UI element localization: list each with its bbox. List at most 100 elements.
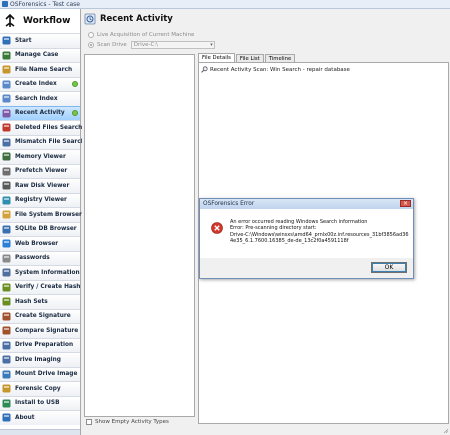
workflow-item-label: Start (15, 37, 32, 44)
workflow-item-label: SQLite DB Browser (15, 226, 77, 233)
magnifier-icon (201, 66, 208, 73)
recent-activity-icon (2, 109, 11, 118)
workflow-item-create-signature[interactable]: Create Signature (0, 308, 80, 323)
tab-file-details[interactable]: File Details (198, 53, 235, 62)
prefetch-icon (2, 167, 11, 176)
workflow-item-registry-viewer[interactable]: Registry Viewer (0, 192, 80, 207)
workflow-scroll-strip[interactable] (0, 429, 80, 435)
detail-line-text: Recent Activity Scan: Win Search - repai… (210, 66, 350, 73)
workflow-panel: Workflow Start Manage Case File Name Searc… (0, 9, 85, 435)
show-empty-option[interactable]: Show Empty Activity Types (86, 419, 169, 425)
scan-drive-option[interactable]: Scan Drive Drive-C:\ ▾ (88, 41, 215, 49)
show-empty-checkbox[interactable] (86, 419, 92, 425)
workflow-item-system-information[interactable]: System Information (0, 265, 80, 280)
deleted-files-icon (2, 123, 11, 132)
scan-drive-label: Scan Drive (97, 42, 127, 48)
workflow-item-label: Mismatch File Search (15, 139, 85, 146)
tab-file-list[interactable]: File List (235, 54, 264, 62)
workflow-item-label: Deleted Files Search (15, 124, 83, 131)
create-signature-icon (2, 312, 11, 321)
workflow-item-label: Verify / Create Hash (15, 284, 81, 291)
workflow-item-label: Drive Preparation (15, 342, 74, 349)
passwords-icon (2, 254, 11, 263)
dialog-titlebar: OSForensics Error × (200, 199, 413, 209)
workflow-item-label: Hash Sets (15, 298, 48, 305)
workflow-item-file-name-search[interactable]: File Name Search (0, 62, 80, 77)
dialog-body: An error occurred reading Windows Search… (200, 209, 413, 258)
web-browser-icon (2, 239, 11, 248)
error-icon (211, 222, 223, 234)
resize-grip-icon[interactable] (443, 428, 449, 434)
workflow-item-label: Forensic Copy (15, 385, 61, 392)
status-indicator-icon (72, 110, 78, 116)
workflow-item-search-index[interactable]: Search Index (0, 91, 80, 106)
workflow-item-forensic-copy[interactable]: Forensic Copy (0, 381, 80, 396)
live-acquisition-option[interactable]: Live Acquisition of Current Machine (88, 32, 194, 38)
hash-sets-icon (2, 297, 11, 306)
workflow-item-manage-case[interactable]: Manage Case (0, 47, 80, 62)
workflow-item-recent-activity[interactable]: Recent Activity (0, 105, 80, 120)
workflow-item-drive-imaging[interactable]: Drive Imaging (0, 352, 80, 367)
about-icon (2, 413, 11, 422)
search-index-icon (2, 94, 11, 103)
workflow-list: Start Manage Case File Name Search Create I… (0, 33, 85, 425)
workflow-item-label: Install to USB (15, 400, 60, 407)
workflow-item-install-to-usb[interactable]: Install to USB (0, 395, 80, 410)
error-dialog: OSForensics Error × An error occurred re… (199, 198, 414, 279)
page-header: Recent Activity (84, 13, 173, 25)
activity-type-list[interactable] (84, 54, 195, 417)
workflow-item-about[interactable]: About (0, 410, 80, 425)
detail-line: Recent Activity Scan: Win Search - repai… (201, 66, 350, 73)
app-icon (2, 1, 8, 7)
workflow-item-label: Raw Disk Viewer (15, 182, 70, 189)
workflow-item-start[interactable]: Start (0, 33, 80, 48)
workflow-item-label: Search Index (15, 95, 58, 102)
workflow-item-memory-viewer[interactable]: Memory Viewer (0, 149, 80, 164)
workflow-item-mismatch-file-search[interactable]: Mismatch File Search (0, 134, 85, 149)
page-title: Recent Activity (100, 14, 173, 24)
memory-icon (2, 152, 11, 161)
workflow-item-label: Drive Imaging (15, 356, 61, 363)
chevron-down-icon: ▾ (210, 42, 213, 48)
workflow-item-hash-sets[interactable]: Hash Sets (0, 294, 80, 309)
workflow-item-label: Mount Drive Image (15, 371, 78, 378)
workflow-item-label: Manage Case (15, 52, 59, 59)
workflow-title: Workflow (23, 16, 71, 26)
live-acquisition-label: Live Acquisition of Current Machine (97, 32, 195, 38)
workflow-item-verify-create-hash[interactable]: Verify / Create Hash (0, 279, 81, 294)
workflow-item-drive-preparation[interactable]: Drive Preparation (0, 337, 80, 352)
workflow-item-raw-disk-viewer[interactable]: Raw Disk Viewer (0, 178, 80, 193)
mount-drive-icon (2, 370, 11, 379)
workflow-item-create-index[interactable]: Create Index (0, 76, 80, 91)
forensic-copy-icon (2, 384, 11, 393)
dialog-message: An error occurred reading Windows Search… (230, 219, 409, 244)
workflow-item-prefetch-viewer[interactable]: Prefetch Viewer (0, 163, 80, 178)
system-info-icon (2, 268, 11, 277)
workflow-item-deleted-files-search[interactable]: Deleted Files Search (0, 120, 83, 135)
workflow-item-label: System Information (15, 269, 80, 276)
registry-icon (2, 196, 11, 205)
workflow-item-label: Create Signature (15, 313, 71, 320)
compare-signature-icon (2, 326, 11, 335)
window-titlebar: OSForensics - Test case (0, 0, 450, 9)
scan-drive-radio[interactable] (88, 42, 94, 48)
start-icon (2, 36, 11, 45)
workflow-item-compare-signature[interactable]: Compare Signature (0, 323, 80, 338)
workflow-item-label: Compare Signature (15, 327, 79, 334)
status-indicator-icon (72, 81, 78, 87)
workflow-header: Workflow (0, 9, 80, 33)
scan-drive-select[interactable]: Drive-C:\ ▾ (130, 41, 215, 49)
close-icon[interactable]: × (400, 200, 411, 207)
workflow-item-sqlite-db-browser[interactable]: SQLite DB Browser (0, 221, 80, 236)
create-index-icon (2, 80, 11, 89)
window-title: OSForensics - Test case (10, 0, 80, 8)
workflow-item-label: About (15, 414, 35, 421)
workflow-item-mount-drive-image[interactable]: Mount Drive Image (0, 366, 80, 381)
workflow-item-label: File Name Search (15, 66, 73, 73)
tab-timeline[interactable]: Timeline (264, 54, 296, 62)
workflow-item-file-system-browser[interactable]: File System Browser (0, 207, 82, 222)
workflow-item-web-browser[interactable]: Web Browser (0, 236, 80, 251)
workflow-item-passwords[interactable]: Passwords (0, 250, 80, 265)
live-acquisition-radio[interactable] (88, 32, 94, 38)
ok-button[interactable]: OK (371, 262, 407, 273)
